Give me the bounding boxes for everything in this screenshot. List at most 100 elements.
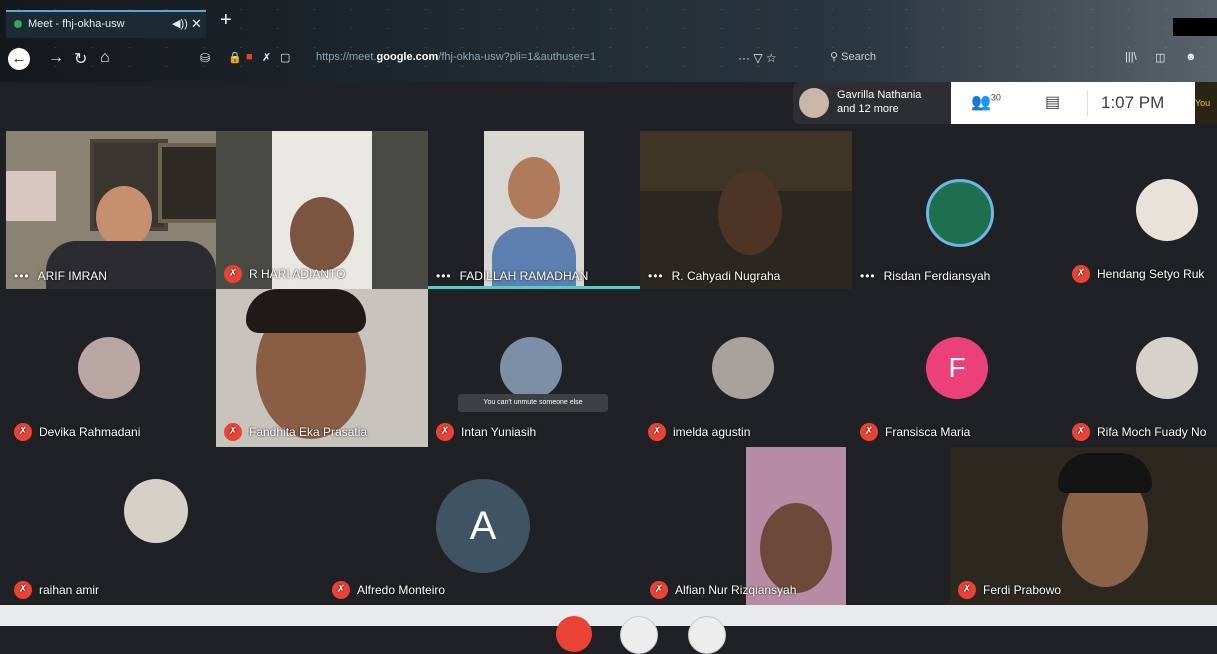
library-icon[interactable]: |||\ (1125, 51, 1137, 63)
participant-tile[interactable]: ✗ Devika Rahmadani (6, 289, 216, 447)
participant-tile[interactable]: ••• R. Cahyadi Nugraha (640, 131, 852, 289)
participant-tile[interactable]: F ✗ Fransisca Maria (852, 289, 1064, 447)
participant-name: imelda agustin (673, 425, 751, 439)
avatar: A (436, 479, 530, 573)
participant-tile[interactable]: ✗ imelda agustin (640, 289, 852, 447)
participant-face (508, 157, 560, 219)
mic-off-icon: ✗ (860, 423, 878, 441)
participant-name: Rifa Moch Fuady No (1097, 425, 1207, 439)
avatar (712, 337, 774, 399)
participants-count: 30 (990, 92, 1001, 103)
leave-call-button[interactable] (556, 616, 592, 652)
window-controls[interactable] (1173, 18, 1217, 36)
avatar (500, 337, 562, 399)
participant-name: Intan Yuniasih (461, 425, 537, 439)
chat-icon[interactable]: ▤ (1045, 92, 1060, 112)
mic-off-icon: ✗ (1072, 265, 1090, 283)
mic-off-icon: ✗ (14, 581, 32, 599)
participant-tile[interactable]: ✗ R HARI ADIANTO (216, 131, 428, 289)
avatar (124, 479, 188, 543)
participant-face (718, 171, 782, 255)
avatar (799, 88, 829, 118)
browser-tab[interactable]: Meet - fhj-okha-usw ◀)) ✕ (6, 10, 206, 38)
shield-icon[interactable]: ⛁ (200, 51, 210, 65)
avatar: F (926, 337, 988, 399)
participant-tile[interactable]: ✗ Rifa Moch Fuady No (1064, 289, 1217, 447)
mic-off-icon: ✗ (14, 423, 32, 441)
mic-off-icon: ✗ (1072, 423, 1090, 441)
mic-off-icon: ✗ (224, 265, 242, 283)
wall-picture (6, 171, 56, 221)
screen-share-icon[interactable]: ▢ (280, 51, 290, 64)
divider (1087, 90, 1088, 116)
participant-tile[interactable]: ••• Risdan Ferdiansyah (852, 131, 1064, 289)
mic-toggle-button[interactable] (620, 616, 658, 654)
browser-toolbar: Meet - fhj-okha-usw ◀)) ✕ + ← → ↻ ⌂ ⛁ 🔒 … (0, 0, 1217, 82)
participant-name: FADILLAH RAMADHAN (459, 269, 589, 283)
home-icon[interactable]: ⌂ (100, 49, 110, 67)
wall-frame (158, 143, 216, 223)
self-preview[interactable]: You (1195, 82, 1217, 124)
participant-name: Devika Rahmadani (39, 425, 141, 439)
participant-name: R HARI ADIANTO (249, 267, 346, 281)
participant-tile[interactable]: ✗ Ferdi Prabowo (950, 447, 1217, 605)
participant-name: Risdan Ferdiansyah (883, 269, 991, 283)
participant-face (96, 186, 152, 248)
participant-face (760, 503, 832, 593)
clock-time: 1:07 PM (1101, 93, 1165, 112)
more-options-icon[interactable]: ••• (648, 269, 664, 283)
url-bar[interactable]: https://meet.google.com/fhj-okha-usw?pli… (316, 51, 596, 63)
participant-tile[interactable]: ✗ Hendang Setyo Ruk (1064, 131, 1217, 289)
avatar (78, 337, 140, 399)
participant-name: Fransisca Maria (885, 425, 971, 439)
participant-name: Alfredo Monteiro (357, 583, 446, 597)
tooltip: You can't unmute someone else (458, 394, 608, 412)
more-options-icon[interactable]: ••• (436, 269, 452, 283)
tab-close-icon[interactable]: ✕ (191, 16, 202, 32)
participant-tile[interactable]: ⚲ ✗ ⊖ ✗Intan Yuniasih (428, 289, 640, 447)
participant-name: Fandhita Eka Prasatia (249, 425, 368, 439)
nav-bar: ← → ↻ ⌂ ⛁ 🔒 ■ ✗ ▢ https://meet.google.co… (0, 42, 1217, 76)
meet-favicon-icon (14, 20, 22, 28)
account-icon[interactable]: ☻ (1185, 51, 1197, 63)
participant-name: Alfian Nur Rizqiansyah (675, 583, 797, 597)
sidebar-icon[interactable]: ◫ (1155, 51, 1165, 64)
more-options-icon[interactable]: ••• (860, 269, 876, 283)
mic-off-icon: ✗ (224, 423, 242, 441)
meeting-info-panel: 👥30 ▤ 1:07 PM (951, 82, 1195, 124)
participant-tile[interactable]: ••• FADILLAH RAMADHAN (428, 131, 640, 289)
participant-name: Ferdi Prabowo (983, 583, 1062, 597)
participants-button[interactable]: 👥30 (971, 92, 1001, 112)
reload-icon[interactable]: ↻ (74, 49, 87, 69)
mic-off-icon: ✗ (332, 581, 350, 599)
mic-blocked-icon[interactable]: ✗ (262, 51, 271, 64)
participant-hair (246, 289, 366, 333)
forward-icon[interactable]: → (48, 49, 64, 67)
more-options-icon[interactable]: ••• (14, 269, 30, 283)
search-box[interactable]: ⚲ Search (830, 50, 876, 63)
participant-name: R. Cahyadi Nugraha (671, 269, 781, 283)
notification-name: Gavrilla Nathania (837, 89, 922, 101)
participant-tile[interactable]: A ✗ Alfredo Monteiro (324, 447, 642, 605)
speaker-icon[interactable]: ◀)) (172, 17, 188, 30)
page-actions[interactable]: ··· ▽ ☆ (738, 51, 777, 65)
new-tab-button[interactable]: + (220, 9, 232, 32)
camera-toggle-button[interactable] (688, 616, 726, 654)
tab-title: Meet - fhj-okha-usw (28, 18, 125, 30)
participant-name: Hendang Setyo Ruk (1097, 267, 1205, 281)
camera-icon[interactable]: ■ (246, 51, 253, 63)
bottom-control-bar (0, 605, 1217, 626)
participant-tile[interactable]: ✗ Alfian Nur Rizqiansyah (642, 447, 950, 605)
back-button[interactable]: ← (8, 48, 30, 70)
participant-tile[interactable]: ✗ Fandhita Eka Prasatia (216, 289, 428, 447)
avatar (926, 179, 994, 247)
mic-off-icon: ✗ (648, 423, 666, 441)
tab-bar: Meet - fhj-okha-usw ◀)) ✕ + (0, 8, 1217, 38)
join-notification[interactable]: Gavrilla Nathania and 12 more (793, 82, 951, 124)
mic-off-icon: ✗ (958, 581, 976, 599)
participant-tile[interactable]: ✗ raihan amir (6, 447, 324, 605)
mic-off-icon: ✗ (436, 423, 454, 441)
lock-icon[interactable]: 🔒 (228, 51, 242, 64)
participant-hair (1058, 453, 1152, 493)
participant-tile[interactable]: ••• ARIF IMRAN (6, 131, 216, 289)
